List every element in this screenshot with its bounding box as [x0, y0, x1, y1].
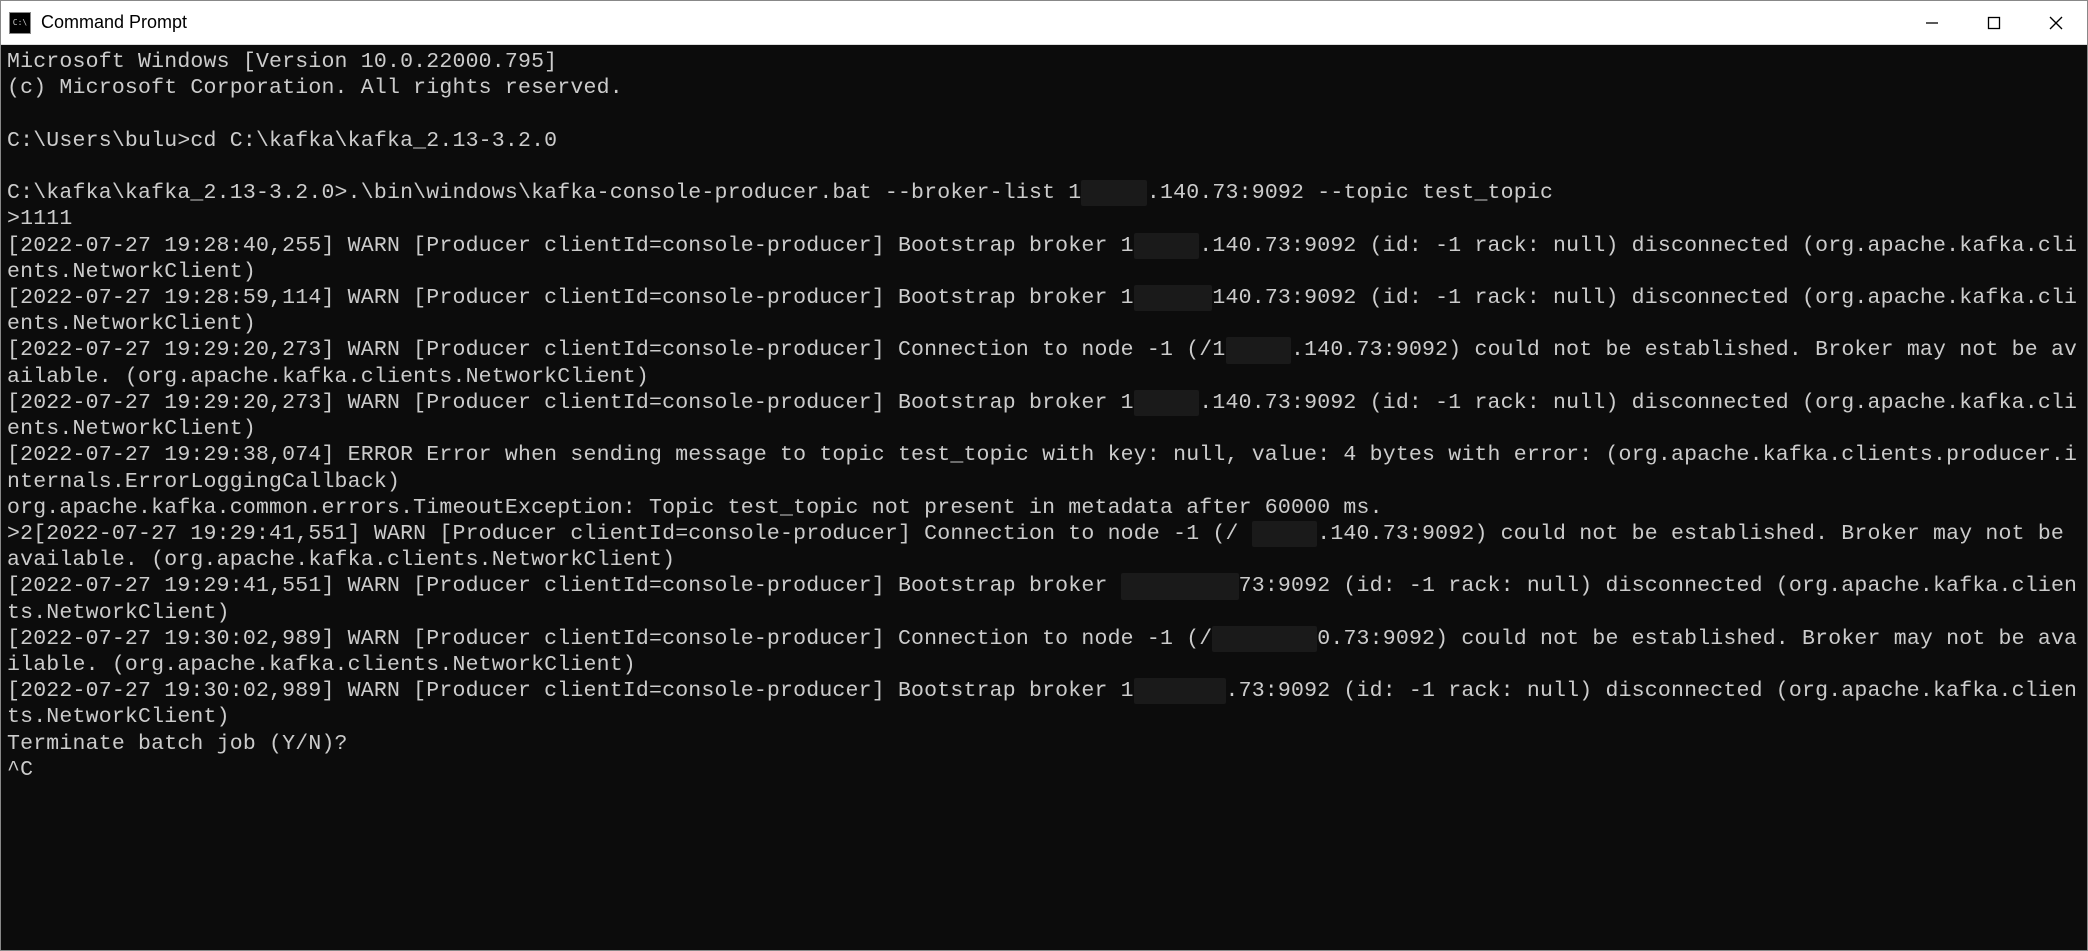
window-controls: [1901, 1, 2087, 44]
command-prompt-window: Command Prompt Microsoft Windows [Versio…: [0, 0, 2088, 951]
minimize-icon: [1925, 16, 1939, 30]
maximize-button[interactable]: [1963, 1, 2025, 44]
window-title: Command Prompt: [41, 12, 1901, 33]
terminal-output[interactable]: Microsoft Windows [Version 10.0.22000.79…: [1, 45, 2087, 950]
close-button[interactable]: [2025, 1, 2087, 44]
maximize-icon: [1987, 16, 2001, 30]
titlebar[interactable]: Command Prompt: [1, 1, 2087, 45]
cmd-icon: [9, 12, 31, 34]
close-icon: [2049, 16, 2063, 30]
minimize-button[interactable]: [1901, 1, 1963, 44]
